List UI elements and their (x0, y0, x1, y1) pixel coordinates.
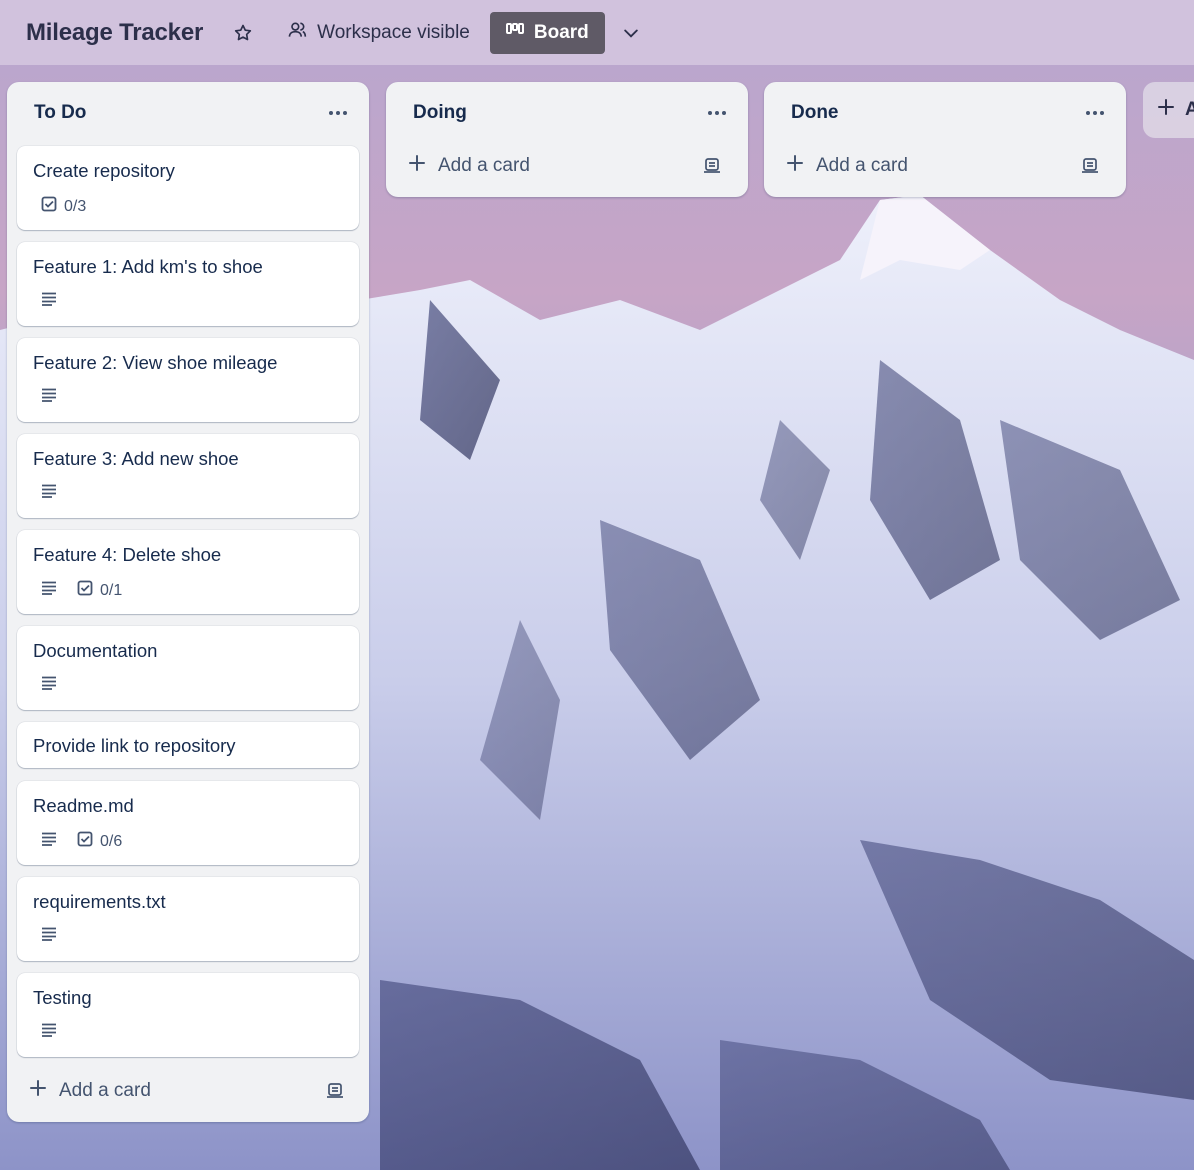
visibility-label: Workspace visible (317, 21, 470, 43)
card[interactable]: Readme.md 0/6 (17, 781, 359, 865)
board-title[interactable]: Mileage Tracker (26, 19, 203, 47)
star-icon[interactable] (227, 17, 259, 49)
add-card-button[interactable]: Add a card (786, 154, 908, 178)
description-icon (41, 388, 57, 407)
card[interactable]: Feature 4: Delete shoe 0/1 (17, 530, 359, 614)
plus-icon (786, 154, 804, 178)
card-template-icon[interactable] (321, 1077, 349, 1105)
card-template-icon[interactable] (698, 152, 726, 180)
description-icon (41, 832, 57, 851)
list-doing: Doing Add a card (386, 82, 748, 197)
checklist-icon (77, 831, 93, 852)
add-card-button[interactable]: Add a card (408, 154, 530, 178)
list-header: Doing (386, 82, 748, 144)
checklist-badge: 0/3 (41, 196, 86, 217)
card-title: Feature 3: Add new shoe (33, 448, 239, 469)
description-icon (41, 292, 57, 311)
board-icon (505, 22, 524, 44)
add-list-label: A (1185, 99, 1194, 120)
add-card-row: Add a card (408, 150, 726, 182)
checklist-count: 0/6 (100, 832, 123, 850)
card-badges: 0/3 (41, 196, 86, 217)
list-header: Done (764, 82, 1126, 144)
visibility-button[interactable]: Workspace visible (287, 20, 470, 46)
card-title: requirements.txt (33, 891, 166, 912)
board-header: Mileage Tracker Workspace visible Board (0, 0, 1194, 65)
card-badges (41, 388, 57, 407)
card[interactable]: Feature 3: Add new shoe (17, 434, 359, 518)
description-icon (41, 484, 57, 503)
add-card-button[interactable]: Add a card (29, 1079, 151, 1103)
people-icon (287, 20, 307, 46)
card[interactable]: requirements.txt (17, 877, 359, 961)
checklist-count: 0/1 (100, 581, 123, 599)
card-badges (41, 1023, 57, 1042)
card[interactable]: Feature 1: Add km's to shoe (17, 242, 359, 326)
checklist-badge: 0/6 (77, 831, 122, 852)
card-title: Testing (33, 987, 92, 1008)
card-title: Create repository (33, 160, 175, 181)
card-badges: 0/6 (41, 831, 122, 852)
card[interactable]: Documentation (17, 626, 359, 710)
card-badges (41, 927, 57, 946)
card[interactable]: Feature 2: View shoe mileage (17, 338, 359, 422)
card-title: Provide link to repository (33, 735, 236, 756)
card-badges (41, 292, 57, 311)
plus-icon (29, 1079, 47, 1103)
more-horizontal-icon[interactable] (321, 96, 355, 130)
checklist-badge: 0/1 (77, 580, 122, 601)
description-icon (41, 581, 57, 600)
card[interactable]: Create repository 0/3 (17, 146, 359, 230)
add-list-button[interactable]: A (1143, 82, 1194, 138)
card[interactable]: Testing (17, 973, 359, 1057)
board-view-button[interactable]: Board (489, 11, 605, 54)
card-badges (41, 676, 57, 695)
plus-icon (408, 154, 426, 178)
card-title: Documentation (33, 640, 158, 661)
card-title: Feature 4: Delete shoe (33, 544, 222, 565)
card-title: Feature 1: Add km's to shoe (33, 256, 263, 277)
card-template-icon[interactable] (1076, 152, 1104, 180)
list-done: Done Add a card (764, 82, 1126, 197)
list-header: To Do (7, 82, 369, 144)
plus-icon (1157, 98, 1175, 122)
description-icon (41, 927, 57, 946)
card-title: Readme.md (33, 795, 134, 816)
more-horizontal-icon[interactable] (1078, 96, 1112, 130)
list-to-do: To Do Create repository 0/3 Feature 1: A… (7, 82, 369, 1122)
checklist-count: 0/3 (64, 197, 87, 215)
description-icon (41, 676, 57, 695)
add-card-row: Add a card (786, 150, 1104, 182)
board-view-label: Board (533, 21, 589, 43)
card-badges (41, 484, 57, 503)
add-card-label: Add a card (59, 1080, 151, 1101)
checklist-icon (77, 580, 93, 601)
card-badges: 0/1 (41, 580, 122, 601)
chevron-down-icon[interactable] (615, 17, 647, 49)
checklist-icon (41, 196, 57, 217)
add-card-label: Add a card (816, 155, 908, 176)
card-title: Feature 2: View shoe mileage (33, 352, 278, 373)
description-icon (41, 1023, 57, 1042)
list-title[interactable]: Done (791, 102, 839, 124)
list-title[interactable]: Doing (413, 102, 467, 124)
more-horizontal-icon[interactable] (700, 96, 734, 130)
card[interactable]: Provide link to repository (17, 722, 359, 768)
list-title[interactable]: To Do (34, 102, 86, 124)
add-card-row: Add a card (29, 1075, 349, 1107)
add-card-label: Add a card (438, 155, 530, 176)
